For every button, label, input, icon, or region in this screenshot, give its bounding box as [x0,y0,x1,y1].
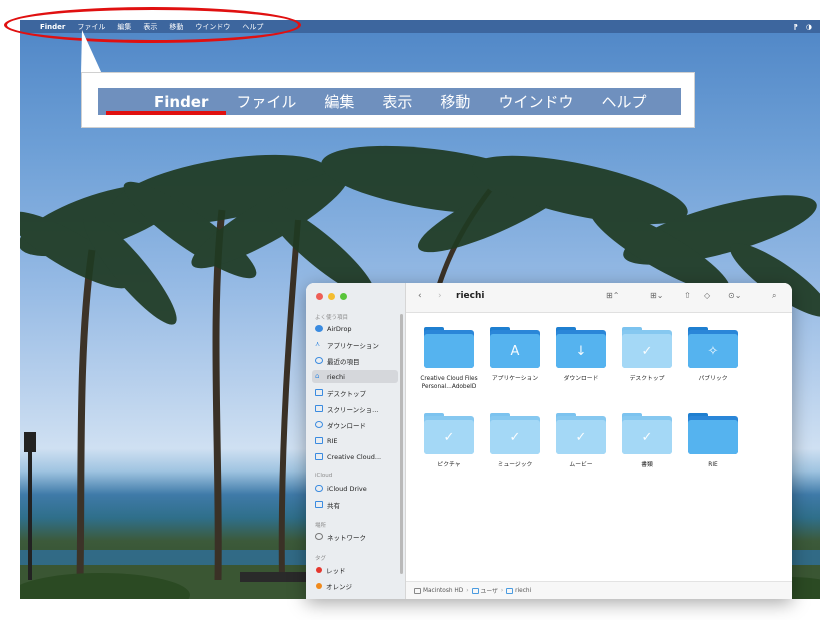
folder-item-pictures[interactable]: ✓ ピクチャ [412,413,486,469]
finder-underline [106,111,226,115]
sidebar-item-applications[interactable]: ⋏ アプリケーション [312,338,398,351]
folder-item-movies[interactable]: ✓ ムービー [544,413,618,469]
zoomed-menu-file: ファイル [236,93,297,111]
search-icon[interactable]: ⌕ [772,291,776,301]
home-icon [506,587,514,594]
orange-tag-icon [316,582,322,589]
sidebar-item-tag-orange[interactable]: オレンジ [312,579,398,592]
folder-icon [315,405,323,412]
music-folder-icon: ✓ [488,413,542,457]
screenshot-stage: Finder ファイル 編集 表示 移動 ウインドウ ヘルプ ⁋ ◑ Finde… [0,0,840,620]
clock-icon [315,357,323,364]
window-title: riechi [456,291,485,301]
home-icon: ⌂ [315,372,320,380]
zoomed-menu-edit: 編集 [324,93,355,111]
folder-item-rie[interactable]: RIE [676,413,750,469]
documents-folder-icon: ✓ [620,413,674,457]
shared-folder-icon [315,501,323,508]
user-icon[interactable]: ◑ [806,23,812,31]
sidebar-item-desktop[interactable]: デスクトップ [312,386,398,399]
folder-item-creative-cloud[interactable]: Creative Cloud Files Personal...AdobeID [412,327,486,391]
finder-content: Creative Cloud Files Personal...AdobeID … [406,313,792,581]
sidebar-scrollbar[interactable] [400,314,403,574]
sidebar-item-creative-cloud[interactable]: Creative Cloud... [312,450,398,463]
path-separator-icon: › [466,587,469,594]
folder-item-music[interactable]: ✓ ミュージック [478,413,552,469]
sidebar-item-icloud-drive[interactable]: iCloud Drive [312,482,398,495]
downloads-folder-icon: ↓ [554,327,608,371]
pictures-folder-icon: ✓ [422,413,476,457]
tag-icon[interactable]: ◇ [704,291,710,300]
movies-folder-icon: ✓ [554,413,608,457]
network-icon [315,533,323,540]
forward-icon[interactable]: › [438,291,442,301]
zoom-callout: Finder ファイル 編集 表示 移動 ウインドウ ヘルプ [81,72,695,128]
sidebar-item-airdrop[interactable]: AirDrop [312,322,398,335]
desktop-folder-icon: ✓ [620,327,674,371]
folder-item-public[interactable]: ✧ パブリック [676,327,750,383]
zoom-button[interactable] [340,293,347,300]
path-item-users[interactable]: ユーザ [481,586,498,595]
folder-icon [315,453,323,460]
folder-icon [471,587,479,594]
group-icon[interactable]: ⊞⌄ [650,291,663,300]
zoomed-menu-view: 表示 [382,93,413,111]
sidebar-item-rie[interactable]: RIE [312,434,398,447]
close-button[interactable] [316,293,323,300]
more-actions-icon[interactable]: ⊙⌄ [728,291,741,300]
share-icon[interactable]: ⇧ [684,291,691,300]
folder-icon [315,437,323,444]
folder-item-applications[interactable]: A アプリケーション [478,327,552,383]
sidebar-locations-label: 場所 [315,523,327,529]
disk-icon [414,587,421,594]
folder-icon [315,389,323,396]
icon-view-icon[interactable]: ⊞⌃ [606,291,619,300]
zoomed-menu-window: ウインドウ [498,93,574,111]
zoomed-menu-finder: Finder [154,92,209,111]
callout-pointer [81,30,102,74]
applications-icon: ⋏ [315,340,321,348]
sidebar-icloud-label: iCloud [315,473,333,479]
sidebar-tags-label: タグ [315,556,327,562]
download-icon [315,421,323,428]
path-item-home[interactable]: riechi [515,588,531,594]
finder-window: よく使う項目 AirDrop ⋏ アプリケーション 最近の項目 ⌂ riechi… [306,283,792,599]
airdrop-icon [315,325,323,332]
path-separator-icon: › [500,587,504,594]
finder-sidebar: よく使う項目 AirDrop ⋏ アプリケーション 最近の項目 ⌂ riechi… [306,283,406,599]
finder-toolbar: ‹ › riechi ⊞⌃ ⊞⌄ ⇧ ◇ ⊙⌄ ⌕ [406,283,792,313]
sidebar-item-screenshots[interactable]: スクリーンショ... [312,402,398,415]
cloud-icon [315,485,323,492]
public-folder-icon: ✧ [686,327,740,371]
sidebar-item-network[interactable]: ネットワーク [312,530,398,543]
red-tag-icon [316,566,322,573]
folder-icon [686,413,740,457]
path-item-disk[interactable]: Macintosh HD [423,588,463,594]
status-icon[interactable]: ⁋ [793,23,797,31]
back-icon[interactable]: ‹ [418,291,422,301]
sidebar-item-recents[interactable]: 最近の項目 [312,354,398,367]
sidebar-item-downloads[interactable]: ダウンロード [312,418,398,431]
sidebar-item-shared[interactable]: 共有 [312,498,398,511]
highlight-ellipse [4,7,301,43]
sidebar-item-tag-red[interactable]: レッド [312,563,398,576]
folder-item-downloads[interactable]: ↓ ダウンロード [544,327,618,383]
sidebar-item-home[interactable]: ⌂ riechi [312,370,398,383]
folder-item-desktop[interactable]: ✓ デスクトップ [610,327,684,383]
folder-icon [422,327,476,371]
path-bar: Macintosh HD › ユーザ › riechi [406,581,792,599]
folder-item-documents[interactable]: ✓ 書類 [610,413,684,469]
applications-folder-icon: A [488,327,542,371]
sidebar-favorites-label: よく使う項目 [315,315,349,321]
minimize-button[interactable] [328,293,335,300]
zoomed-menu-help: ヘルプ [601,93,647,111]
zoomed-menu-go: 移動 [440,93,471,111]
